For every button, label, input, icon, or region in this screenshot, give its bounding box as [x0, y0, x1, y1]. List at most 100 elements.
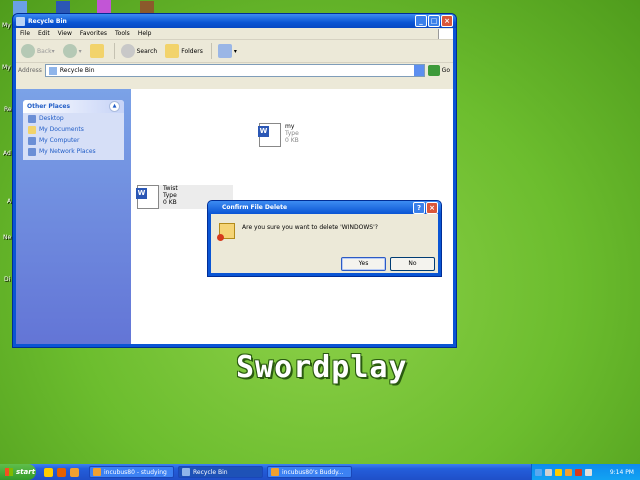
tray-security-icon[interactable]: [575, 468, 582, 476]
clock[interactable]: 9:14 PM: [610, 469, 634, 476]
place-label: Desktop: [39, 115, 64, 122]
place-label: My Network Places: [39, 148, 96, 155]
folders-icon: [165, 44, 180, 58]
file-name: Twist: [163, 185, 178, 192]
forward-arrow-icon: [62, 44, 77, 58]
menu-bar: File Edit View Favorites Tools Help: [16, 28, 453, 40]
tray-network-icon[interactable]: [545, 468, 552, 476]
folders-button[interactable]: Folders: [162, 43, 206, 59]
collapse-chevron-icon[interactable]: ▲: [109, 101, 120, 112]
place-desktop[interactable]: Desktop: [23, 113, 124, 124]
place-my-network-places[interactable]: My Network Places: [23, 146, 124, 160]
file-type: Type: [163, 192, 177, 199]
word-document-icon: W: [258, 123, 281, 147]
desktop-label[interactable]: Re: [4, 106, 12, 113]
desktop-label[interactable]: My: [2, 22, 11, 29]
recycle-bin-icon: [16, 16, 25, 26]
help-button[interactable]: ?: [413, 201, 425, 214]
close-button[interactable]: ×: [441, 15, 453, 27]
desktop-icon: [28, 114, 36, 123]
go-arrow-icon[interactable]: [427, 65, 440, 76]
desktop-label[interactable]: Di: [4, 276, 10, 283]
place-label: My Documents: [39, 126, 84, 133]
windows-logo-icon: [438, 28, 453, 39]
back-button[interactable]: Back ▾: [18, 43, 58, 59]
up-folder-icon: [89, 44, 104, 58]
taskbar-item-buddy-list[interactable]: incubus80's Buddy...: [267, 466, 352, 478]
taskbar-item-recycle-bin[interactable]: Recycle Bin: [178, 466, 263, 478]
confirm-delete-dialog[interactable]: Confirm File Delete ? × Are you sure you…: [207, 200, 442, 277]
address-label: Address: [18, 67, 42, 74]
other-places-panel: Other Places ▲ Desktop My Documents My C…: [23, 100, 124, 160]
quicklaunch-firefox-icon[interactable]: [57, 467, 66, 477]
place-my-documents[interactable]: My Documents: [23, 124, 124, 135]
task-label: incubus80's Buddy...: [282, 468, 344, 476]
menu-file[interactable]: File: [20, 30, 30, 37]
aim-icon: [93, 468, 101, 476]
toolbar: Back ▾ ▾ Search Folders ▾: [16, 40, 453, 63]
menu-view[interactable]: View: [58, 30, 72, 37]
recycle-bin-small-icon: [48, 66, 57, 75]
back-arrow-icon: [21, 44, 35, 58]
address-dropdown-button[interactable]: [413, 65, 424, 76]
window-titlebar[interactable]: Recycle Bin _ □ ×: [13, 14, 456, 28]
start-button[interactable]: start: [0, 464, 36, 480]
menu-edit[interactable]: Edit: [38, 30, 50, 37]
quicklaunch-aim-icon[interactable]: [44, 467, 53, 477]
place-my-computer[interactable]: My Computer: [23, 135, 124, 146]
stop-icon: [217, 234, 224, 241]
minimize-button[interactable]: _: [415, 15, 427, 27]
taskbar-item-studying[interactable]: incubus80 - studying: [89, 466, 174, 478]
forward-button[interactable]: ▾: [60, 43, 85, 59]
word-document-icon: W: [136, 185, 159, 209]
task-label: Recycle Bin: [193, 468, 228, 476]
desktop-label[interactable]: Ad: [3, 150, 11, 157]
address-input[interactable]: Recycle Bin: [44, 64, 425, 77]
toolbar-separator: [113, 43, 115, 59]
windows-flag-icon: [5, 468, 13, 476]
dialog-close-button[interactable]: ×: [426, 201, 438, 214]
quicklaunch-media-icon[interactable]: [70, 467, 79, 477]
file-type: Type: [285, 130, 299, 137]
desktop-label[interactable]: Ne: [3, 234, 11, 241]
file-item[interactable]: W my Type 0 KB: [258, 123, 299, 147]
file-size: 0 KB: [163, 199, 177, 206]
other-places-title: Other Places: [27, 103, 71, 110]
system-tray: 9:14 PM: [531, 464, 640, 480]
tray-aim-icon[interactable]: [565, 468, 572, 476]
other-places-header[interactable]: Other Places ▲: [23, 100, 124, 113]
recycle-warning-icon: [217, 223, 235, 241]
tray-expand-icon[interactable]: [535, 468, 542, 476]
tray-volume-icon[interactable]: [585, 468, 592, 476]
go-button[interactable]: Go: [442, 67, 450, 74]
my-computer-icon: [28, 136, 36, 145]
yes-button[interactable]: Yes: [341, 257, 386, 271]
desktop-label[interactable]: My: [2, 64, 11, 71]
desktop-icon-app[interactable]: [97, 0, 111, 14]
window-title: Recycle Bin: [28, 17, 67, 25]
network-icon: [28, 147, 36, 156]
place-label: My Computer: [39, 137, 80, 144]
start-label: start: [16, 468, 36, 476]
back-label: Back: [37, 47, 52, 55]
up-folder-button[interactable]: [87, 43, 109, 59]
no-button[interactable]: No: [390, 257, 435, 271]
search-button[interactable]: Search: [118, 43, 161, 59]
maximize-button[interactable]: □: [428, 15, 440, 27]
taskbar: start incubus80 - studying Recycle Bin i…: [0, 464, 640, 480]
views-button[interactable]: ▾: [215, 43, 240, 59]
tray-alert-icon[interactable]: [555, 468, 562, 476]
menu-help[interactable]: Help: [138, 30, 152, 37]
file-size: 0 KB: [285, 137, 299, 144]
my-documents-icon: [28, 125, 36, 134]
desktop-label[interactable]: A: [7, 198, 11, 205]
menu-tools[interactable]: Tools: [115, 30, 130, 37]
task-label: incubus80 - studying: [104, 468, 167, 476]
recycle-bin-window[interactable]: Recycle Bin _ □ × File Edit View Favorit…: [12, 13, 457, 348]
views-icon: [217, 44, 232, 58]
recycle-bin-icon: [182, 468, 190, 476]
address-bar: Address Recycle Bin Go: [16, 63, 453, 78]
dialog-titlebar[interactable]: Confirm File Delete ? ×: [208, 201, 441, 214]
menu-favorites[interactable]: Favorites: [80, 30, 107, 37]
folders-label: Folders: [181, 47, 203, 55]
